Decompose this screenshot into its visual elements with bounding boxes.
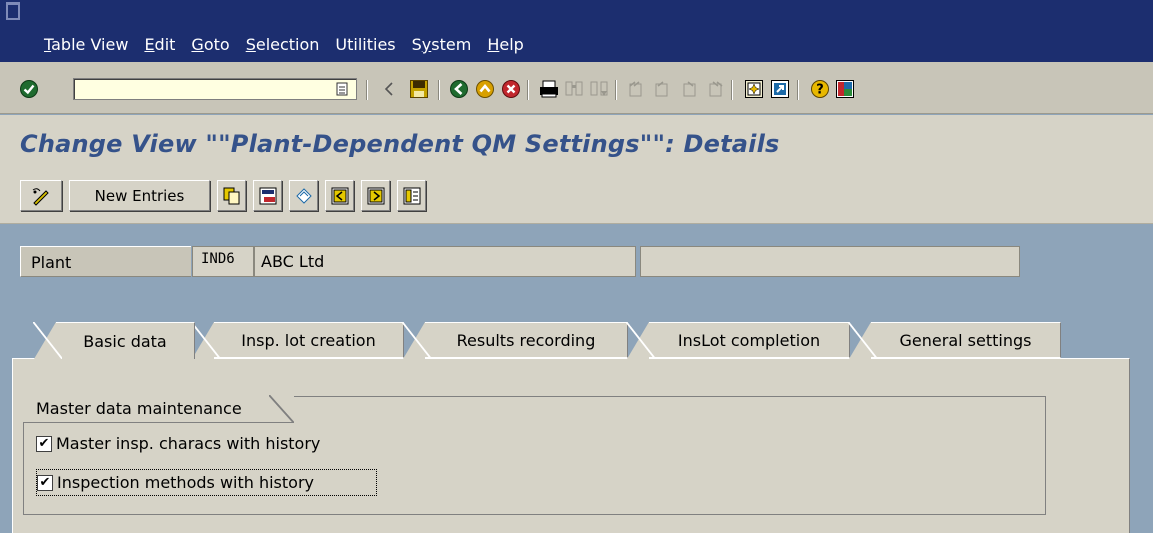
standard-toolbar: ? <box>0 62 1153 114</box>
command-input[interactable] <box>74 80 356 100</box>
menu-label-rest: election <box>255 35 320 54</box>
menu-label-rest: dit <box>154 35 176 54</box>
copy-as-icon <box>223 187 239 204</box>
application-toolbar: New Entries <box>0 173 1153 224</box>
checkbox-checked[interactable]: ✔ <box>36 435 52 452</box>
svg-text:?: ? <box>816 83 824 98</box>
command-field[interactable] <box>73 78 357 100</box>
inspection-methods-label: Inspection methods with history <box>57 473 314 492</box>
menu-label-rest: elp <box>499 35 524 54</box>
back-arrow-icon[interactable] <box>378 78 400 100</box>
menu-system[interactable]: System <box>412 35 472 54</box>
menu-items: Table View Edit Goto Selection Utilities… <box>44 35 540 54</box>
exit-icon[interactable] <box>474 78 496 100</box>
display-change-button[interactable] <box>20 180 62 211</box>
layout-menu-icon[interactable] <box>834 78 856 100</box>
menu-hotkey-letter: S <box>245 35 256 54</box>
enter-icon[interactable] <box>18 78 40 100</box>
previous-page-icon[interactable] <box>652 78 674 100</box>
select-all-button[interactable] <box>397 180 426 211</box>
find-next-icon[interactable] <box>588 78 610 100</box>
menu-hotkey-letter: G <box>191 35 204 54</box>
save-icon[interactable] <box>408 78 430 100</box>
title-area: Change View ""Plant-Dependent QM Setting… <box>0 115 1153 173</box>
master-insp-characs-checkbox-row[interactable]: ✔ Master insp. characs with history <box>36 430 320 457</box>
previous-entry-icon <box>331 187 348 204</box>
copy-as-button[interactable] <box>217 180 246 211</box>
menu-hotkey-letter: E <box>144 35 155 54</box>
menu-selection[interactable]: Selection <box>246 35 320 54</box>
menu-hotkey-letter: H <box>487 35 500 54</box>
menu-utilities[interactable]: Utilities <box>335 35 395 54</box>
tab-general-settings[interactable]: General settings <box>848 322 1061 359</box>
undo-change-button[interactable] <box>289 180 318 211</box>
undo-change-icon <box>295 187 312 204</box>
find-icon[interactable] <box>563 78 585 100</box>
display-change-icon <box>32 187 49 206</box>
previous-entry-button[interactable] <box>325 180 354 211</box>
toolbar-separator <box>615 80 617 100</box>
print-icon[interactable] <box>538 78 560 100</box>
menu-label-rest: able View <box>51 35 129 54</box>
back-icon[interactable] <box>448 78 470 100</box>
create-session-icon[interactable] <box>743 78 765 100</box>
menu-label-start: S <box>411 35 422 54</box>
plant-label: Plant <box>20 246 191 277</box>
menu-bar: Table View Edit Goto Selection Utilities… <box>0 0 1153 62</box>
menu-label-rest: oto <box>203 35 230 54</box>
plant-code-field[interactable]: IND6 <box>192 246 254 277</box>
toolbar-separator <box>438 80 440 100</box>
tab-insp-lot-creation[interactable]: Insp. lot creation <box>191 322 404 359</box>
checkbox-checked[interactable]: ✔ <box>37 474 53 491</box>
menu-goto[interactable]: Goto <box>191 35 229 54</box>
tab-results-recording[interactable]: Results recording <box>402 322 628 359</box>
tab-basic-data[interactable]: Basic data <box>33 322 195 359</box>
menu-edit[interactable]: Edit <box>144 35 175 54</box>
toolbar-separator <box>527 80 529 100</box>
select-all-icon <box>403 187 420 204</box>
page-title: Change View ""Plant-Dependent QM Setting… <box>20 130 780 158</box>
menu-table-view[interactable]: Table View <box>44 35 128 54</box>
group-title: Master data maintenance <box>23 395 294 423</box>
inspection-methods-checkbox-row[interactable]: ✔ Inspection methods with history <box>36 469 377 496</box>
next-entry-icon <box>367 187 384 204</box>
new-entries-button[interactable]: New Entries <box>69 180 210 211</box>
master-insp-characs-label: Master insp. characs with history <box>56 434 321 453</box>
delete-button[interactable] <box>253 180 282 211</box>
help-icon[interactable]: ? <box>809 78 831 100</box>
first-page-icon[interactable] <box>626 78 648 100</box>
last-page-icon[interactable] <box>704 78 726 100</box>
system-menu-icon[interactable] <box>6 2 20 20</box>
plant-name-field: ABC Ltd <box>254 246 636 277</box>
plant-extra-field <box>640 246 1020 277</box>
menu-help[interactable]: Help <box>487 35 523 54</box>
toolbar-separator <box>366 80 368 100</box>
shortcut-icon[interactable] <box>769 78 791 100</box>
toolbar-separator <box>797 80 799 100</box>
delete-icon <box>259 187 276 204</box>
tab-inslot-completion[interactable]: InsLot completion <box>626 322 850 359</box>
command-field-dropdown-icon[interactable] <box>331 78 353 100</box>
cancel-icon[interactable] <box>500 78 522 100</box>
next-page-icon[interactable] <box>678 78 700 100</box>
menu-label-rest: stem <box>431 35 472 54</box>
menu-hotkey-letter: y <box>421 35 432 54</box>
toolbar-separator <box>731 80 733 100</box>
next-entry-button[interactable] <box>361 180 390 211</box>
